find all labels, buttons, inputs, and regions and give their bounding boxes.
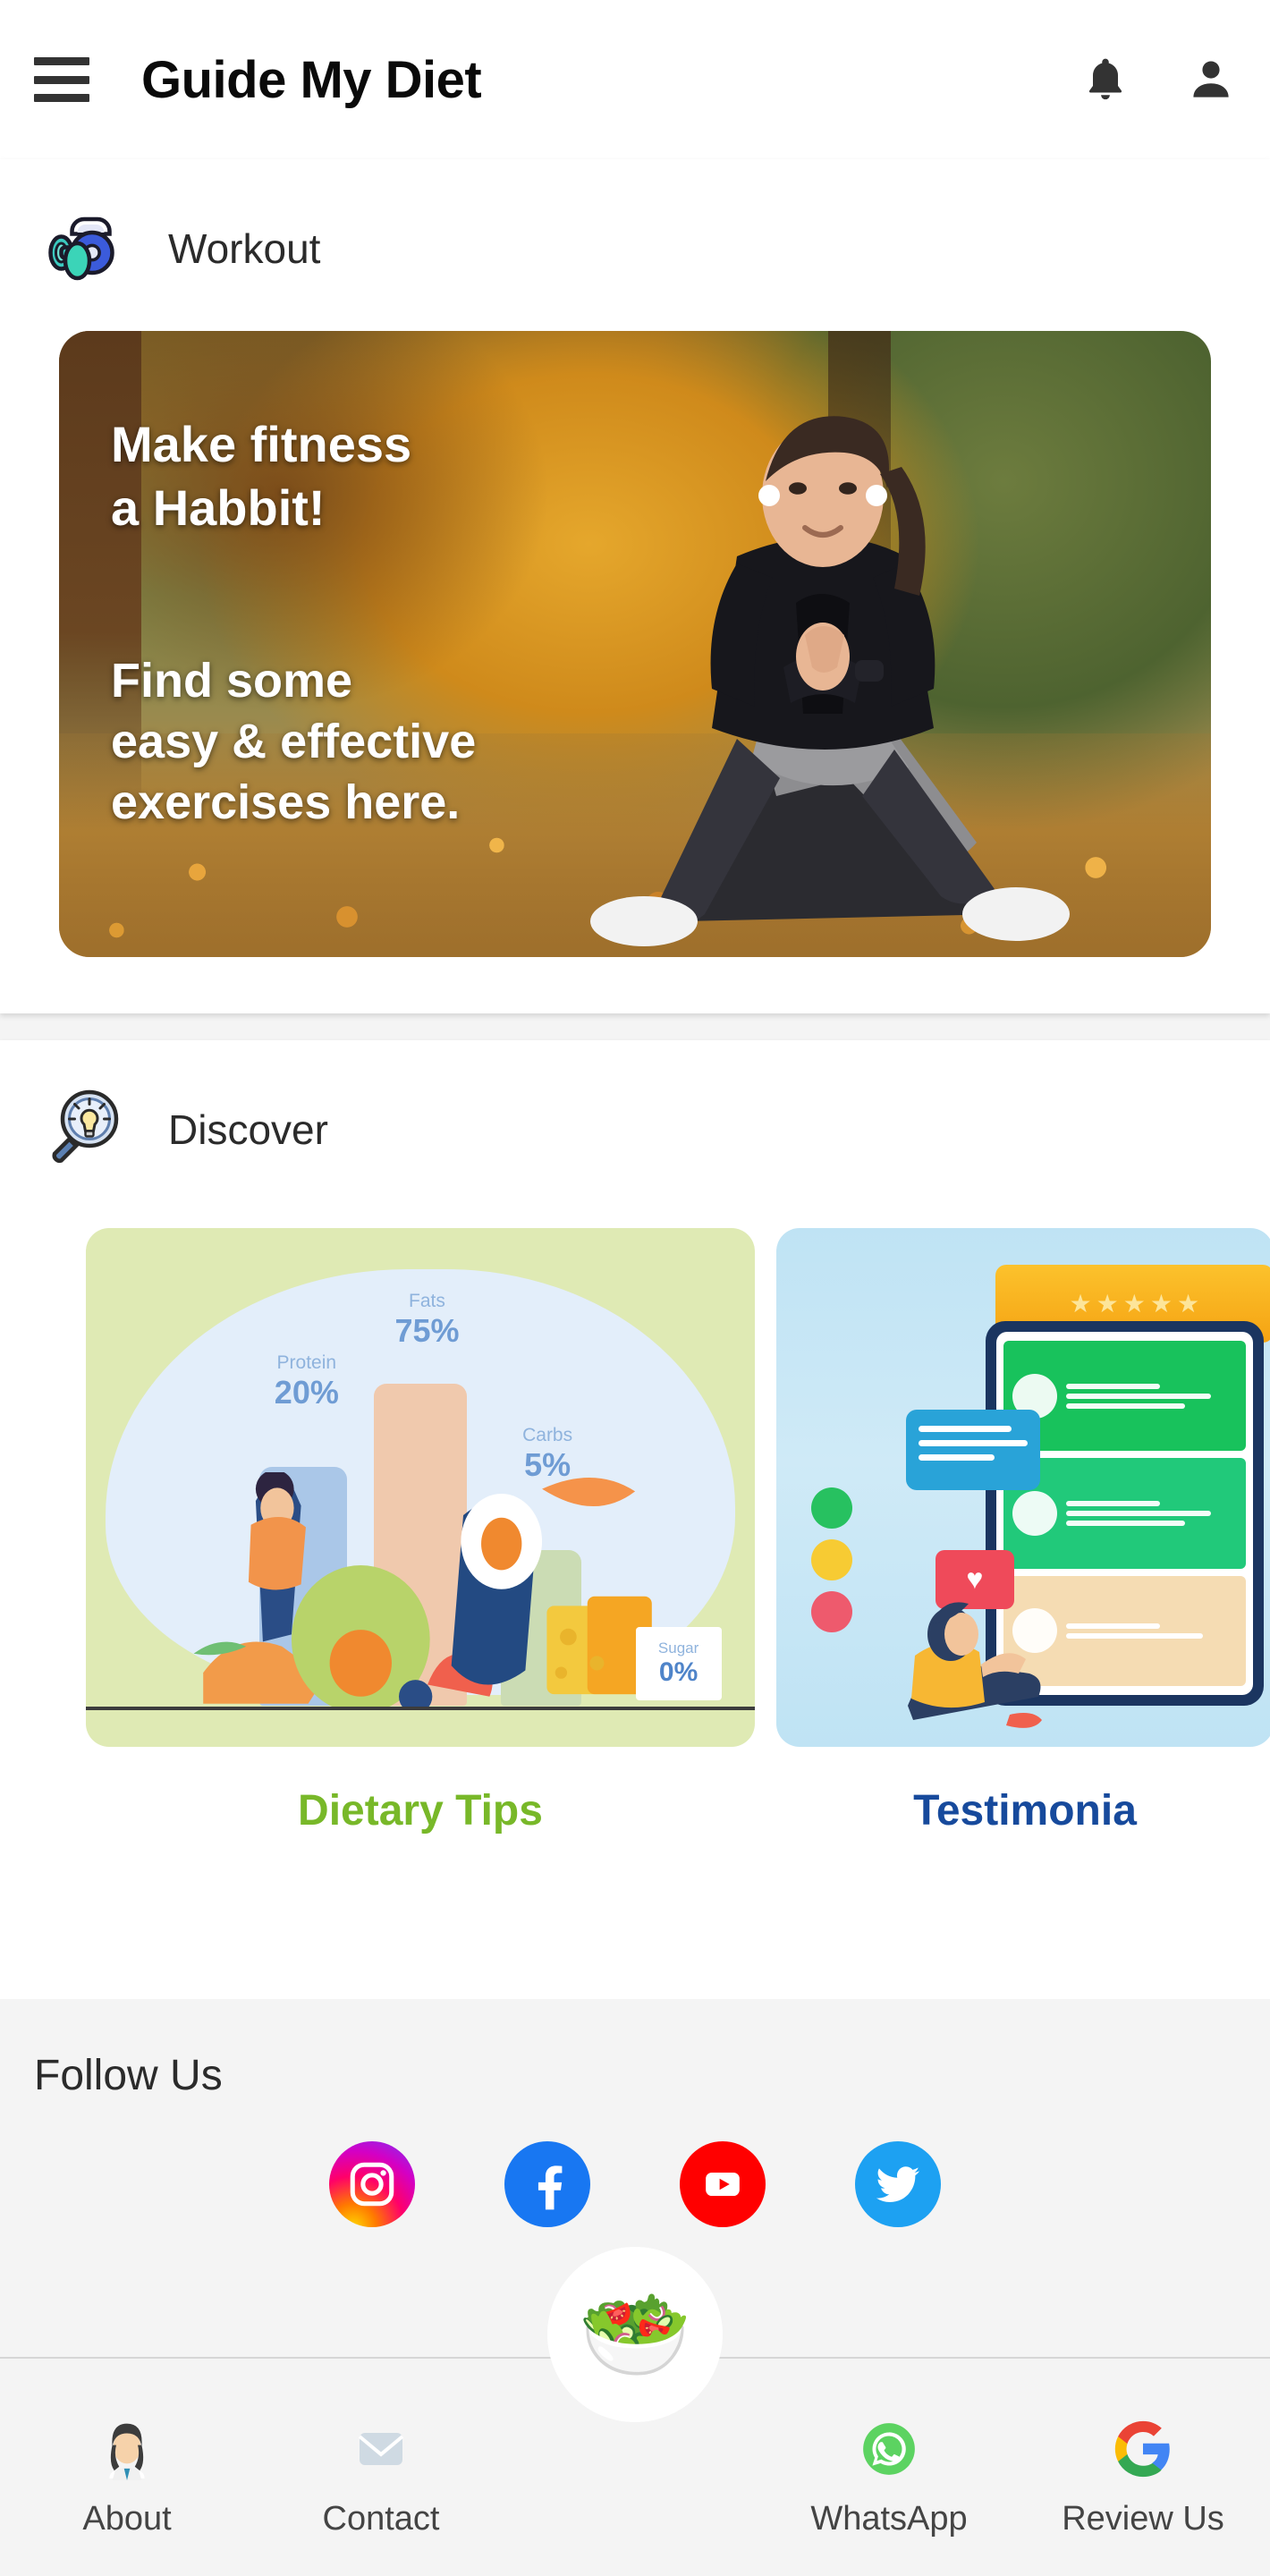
dietary-tips-illustration: Protein 20% Fats 75% Carbs 5% Sugar 0% bbox=[86, 1228, 755, 1747]
fats-name: Fats bbox=[409, 1290, 445, 1311]
ground-line bbox=[86, 1707, 755, 1711]
protein-value: 20% bbox=[274, 1374, 339, 1411]
sad-face-icon bbox=[810, 1591, 852, 1632]
happy-face-icon bbox=[810, 1487, 852, 1529]
fats-value: 75% bbox=[394, 1311, 460, 1349]
nav-label-about: About bbox=[82, 2500, 172, 2538]
workout-hero-banner[interactable]: Make fitness a Habbit! Find some easy & … bbox=[59, 331, 1211, 957]
avatar bbox=[1012, 1490, 1057, 1536]
review-text-lines bbox=[1065, 1383, 1237, 1409]
workout-banner-wrap: Make fitness a Habbit! Find some easy & … bbox=[0, 292, 1270, 957]
review-text-lines bbox=[1065, 1623, 1237, 1639]
salad-bowl-fab[interactable]: 🥗 bbox=[547, 2247, 723, 2422]
salad-bowl-icon: 🥗 bbox=[578, 2284, 692, 2385]
sugar-tag: Sugar 0% bbox=[635, 1626, 722, 1700]
sugar-name: Sugar bbox=[657, 1639, 699, 1657]
discover-section-header: Discover bbox=[0, 1040, 1270, 1173]
discover-card-dietary-tips[interactable]: Protein 20% Fats 75% Carbs 5% Sugar 0% D… bbox=[86, 1228, 755, 1835]
social-links-row bbox=[0, 2141, 1270, 2227]
workout-section: Workout Make fitness a Habbit! Find some… bbox=[0, 159, 1270, 1013]
youtube-glyph bbox=[706, 2172, 740, 2197]
protein-name: Protein bbox=[276, 1352, 337, 1374]
emoji-rating-faces bbox=[810, 1487, 852, 1632]
bell-icon[interactable] bbox=[1080, 55, 1130, 105]
workout-section-header: Workout bbox=[0, 159, 1270, 292]
star-icon: ★ bbox=[1069, 1289, 1092, 1318]
dumbbell-kettlebell-icon bbox=[48, 216, 114, 281]
facebook-icon[interactable] bbox=[504, 2141, 590, 2227]
star-icon: ★ bbox=[1149, 1289, 1173, 1318]
woman-stretching-photo bbox=[590, 416, 1070, 946]
nutritionist-avatar-icon bbox=[94, 2416, 160, 2482]
discover-heading: Discover bbox=[168, 1106, 328, 1153]
nav-item-review-us[interactable]: Review Us bbox=[1016, 2359, 1270, 2576]
chat-bubble-icon bbox=[905, 1410, 1040, 1490]
nav-item-contact[interactable]: Contact bbox=[254, 2359, 508, 2576]
instagram-icon[interactable] bbox=[329, 2141, 415, 2227]
nav-label-review-us: Review Us bbox=[1062, 2500, 1224, 2538]
person-icon[interactable] bbox=[1186, 55, 1236, 105]
nav-label-whatsapp: WhatsApp bbox=[810, 2500, 968, 2538]
appbar-actions bbox=[1080, 55, 1236, 105]
star-icon: ★ bbox=[1122, 1289, 1146, 1318]
discover-card-row: Protein 20% Fats 75% Carbs 5% Sugar 0% D… bbox=[0, 1173, 1270, 1835]
neutral-face-icon bbox=[810, 1539, 852, 1580]
discover-card-label-testimonials[interactable]: Testimonia bbox=[776, 1786, 1270, 1835]
app-screen: Guide My Diet Workout Make fitness a Hab… bbox=[0, 0, 1270, 2576]
youtube-icon[interactable] bbox=[680, 2141, 766, 2227]
nav-item-about[interactable]: About bbox=[0, 2359, 254, 2576]
google-g-icon bbox=[1110, 2416, 1176, 2482]
magnifier-lightbulb-icon bbox=[52, 1089, 119, 1163]
workout-heading: Workout bbox=[168, 225, 321, 272]
nav-label-contact: Contact bbox=[322, 2500, 440, 2538]
twitter-glyph bbox=[876, 2166, 920, 2202]
whatsapp-icon bbox=[856, 2416, 922, 2482]
seated-woman-illustration bbox=[908, 1602, 1043, 1729]
facebook-glyph bbox=[538, 2165, 563, 2210]
label-fats: Fats 75% bbox=[340, 1291, 513, 1350]
page-title: Guide My Diet bbox=[141, 50, 482, 109]
star-icon: ★ bbox=[1176, 1289, 1200, 1318]
testimonials-illustration: ★ ★ ★ ★ ★ ♥ bbox=[776, 1228, 1270, 1747]
carbs-name: Carbs bbox=[522, 1425, 573, 1446]
discover-card-testimonials[interactable]: ★ ★ ★ ★ ★ ♥ Testimonia bbox=[776, 1228, 1270, 1835]
nav-item-whatsapp[interactable]: WhatsApp bbox=[762, 2359, 1016, 2576]
envelope-icon bbox=[348, 2416, 414, 2482]
discover-section: Discover Protein 20% Fats 75% Carbs 5% S… bbox=[0, 1040, 1270, 1999]
review-text-lines bbox=[1065, 1500, 1237, 1526]
app-bar: Guide My Diet bbox=[0, 0, 1270, 159]
label-protein: Protein 20% bbox=[220, 1352, 394, 1411]
star-icon: ★ bbox=[1096, 1289, 1119, 1318]
hamburger-menu-icon[interactable] bbox=[34, 57, 89, 102]
discover-card-label-dietary-tips[interactable]: Dietary Tips bbox=[86, 1786, 755, 1835]
follow-us-heading: Follow Us bbox=[34, 2052, 223, 2099]
instagram-glyph bbox=[350, 2162, 394, 2207]
sugar-value: 0% bbox=[658, 1657, 698, 1687]
twitter-icon[interactable] bbox=[855, 2141, 941, 2227]
